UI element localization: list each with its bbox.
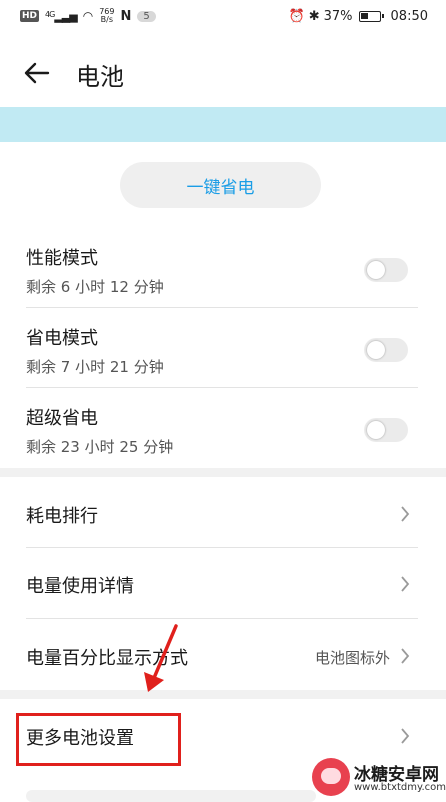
menu-item-percentage-display[interactable]: 电量百分比显示方式 电池图标外	[26, 627, 418, 687]
divider	[26, 547, 418, 548]
chevron-right-icon	[401, 576, 410, 592]
divider	[26, 618, 418, 619]
menu-item-usage-details[interactable]: 电量使用详情	[26, 555, 418, 615]
page-title: 电池	[76, 63, 124, 91]
bluetooth-icon: ✱	[308, 9, 320, 24]
mode-remaining-time: 剩余 6 小时 12 分钟	[26, 278, 164, 296]
toggle-knob	[367, 421, 385, 439]
section-gap	[0, 690, 446, 699]
highlight-box	[16, 713, 181, 766]
one-key-power-saving-button[interactable]: 一键省电	[120, 162, 321, 208]
menu-item-power-ranking[interactable]: 耗电排行	[26, 485, 418, 545]
chevron-right-icon	[401, 728, 410, 744]
next-row-peek	[26, 790, 316, 802]
network-type: 4G	[45, 9, 55, 19]
power-saving-mode-toggle[interactable]	[364, 338, 408, 362]
chevron-right-icon	[401, 506, 410, 522]
power-saving-mode-row[interactable]: 省电模式 剩余 7 小时 21 分钟	[26, 310, 418, 390]
menu-item-label: 耗电排行	[26, 506, 98, 527]
cellular-signal-icon: 4G▂▃▅	[45, 9, 78, 23]
back-arrow-icon[interactable]	[22, 58, 52, 88]
ultra-power-saving-toggle[interactable]	[364, 418, 408, 442]
chevron-right-icon	[401, 648, 410, 664]
menu-item-label: 电量使用详情	[26, 576, 134, 597]
notification-count-badge: 5	[137, 10, 156, 22]
red-arrow-icon	[144, 624, 178, 692]
performance-mode-row[interactable]: 性能模式 剩余 6 小时 12 分钟	[26, 230, 418, 310]
battery-icon	[358, 11, 384, 22]
watermark-url: www.btxtdmy.com	[354, 782, 446, 793]
mode-title: 超级省电	[26, 408, 98, 429]
toggle-knob	[367, 261, 385, 279]
section-gap	[0, 468, 446, 477]
app-header: 电池	[0, 44, 446, 100]
performance-mode-toggle[interactable]	[364, 258, 408, 282]
wifi-icon: ◠	[82, 9, 94, 23]
status-bar: HD 4G▂▃▅ ◠ 769 B/s N 5 ⏰ ✱ 37% 08:50	[0, 0, 446, 36]
hd-badge: HD	[20, 10, 40, 22]
speed-unit: B/s	[100, 15, 113, 24]
battery-percent: 37%	[323, 9, 353, 24]
mode-title: 省电模式	[26, 328, 98, 349]
watermark-logo-icon	[312, 758, 350, 796]
network-speed: 769 B/s	[99, 8, 114, 24]
clock: 08:50	[390, 9, 428, 24]
alarm-icon: ⏰	[288, 9, 305, 24]
toggle-knob	[367, 341, 385, 359]
mode-remaining-time: 剩余 7 小时 21 分钟	[26, 358, 164, 376]
ultra-power-saving-row[interactable]: 超级省电 剩余 23 小时 25 分钟	[26, 390, 418, 470]
battery-banner	[0, 107, 446, 142]
watermark-face-icon	[321, 768, 341, 784]
divider	[26, 387, 418, 388]
site-watermark: 冰糖安卓网 www.btxtdmy.com	[310, 758, 446, 799]
menu-item-value: 电池图标外	[314, 649, 390, 667]
mode-title: 性能模式	[26, 248, 98, 269]
nfc-icon: N	[120, 8, 132, 24]
mode-remaining-time: 剩余 23 小时 25 分钟	[26, 438, 174, 456]
divider	[26, 307, 418, 308]
